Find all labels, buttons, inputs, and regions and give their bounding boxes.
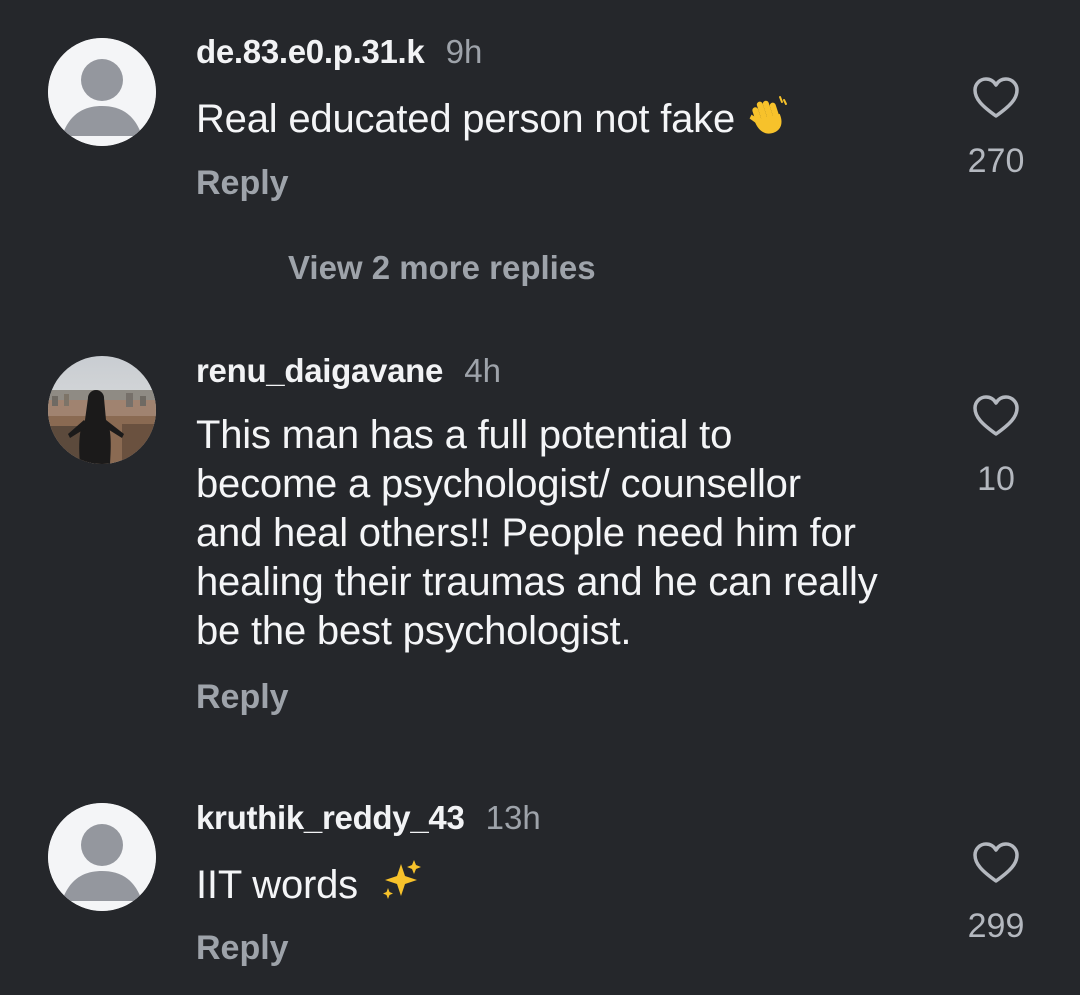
like-count: 10 <box>977 460 1015 498</box>
view-more-replies-button[interactable]: View 2 more replies <box>288 248 596 288</box>
comment-text-line: This man has a full potential to <box>196 413 733 457</box>
heart-icon[interactable] <box>972 394 1020 438</box>
heart-icon[interactable] <box>972 841 1020 885</box>
waving-hand-icon <box>746 94 788 148</box>
comment-text-line: become a psychologist/ counsellor <box>196 462 801 506</box>
like-count: 299 <box>967 907 1025 945</box>
timestamp: 4h <box>464 352 501 389</box>
default-avatar-icon <box>48 803 156 911</box>
timestamp: 9h <box>445 33 483 70</box>
comment-text-content: Real educated person not fake <box>196 97 736 141</box>
comment-header: renu_daigavane 4h <box>196 351 501 391</box>
reply-button[interactable]: Reply <box>196 928 289 968</box>
username[interactable]: kruthik_reddy_43 <box>196 799 465 836</box>
like-count: 270 <box>967 142 1025 180</box>
profile-photo-icon <box>48 356 156 464</box>
comment-text-line: be the best psychologist. <box>196 609 632 653</box>
comment-header: kruthik_reddy_43 13h <box>196 798 541 838</box>
reply-button[interactable]: Reply <box>196 677 289 717</box>
reply-button[interactable]: Reply <box>196 163 289 203</box>
username[interactable]: de.83.e0.p.31.k <box>196 33 425 70</box>
comment-text-line: healing their traumas and he can really <box>196 560 878 604</box>
comment-header: de.83.e0.p.31.k 9h <box>196 32 482 72</box>
avatar[interactable] <box>48 803 156 911</box>
sparkles-icon <box>379 858 423 914</box>
timestamp: 13h <box>485 799 541 836</box>
heart-icon[interactable] <box>972 76 1020 120</box>
comment-text-line: and heal others!! People need him for <box>196 511 856 555</box>
comment-text: Real educated person not fake <box>196 94 936 148</box>
comment-text: IIT words <box>196 858 936 914</box>
comment-text-content: IIT words <box>196 863 358 907</box>
avatar[interactable] <box>48 356 156 464</box>
avatar[interactable] <box>48 38 156 146</box>
comment-text: This man has a full potential to become … <box>196 411 936 656</box>
username[interactable]: renu_daigavane <box>196 352 443 389</box>
default-avatar-icon <box>48 38 156 146</box>
